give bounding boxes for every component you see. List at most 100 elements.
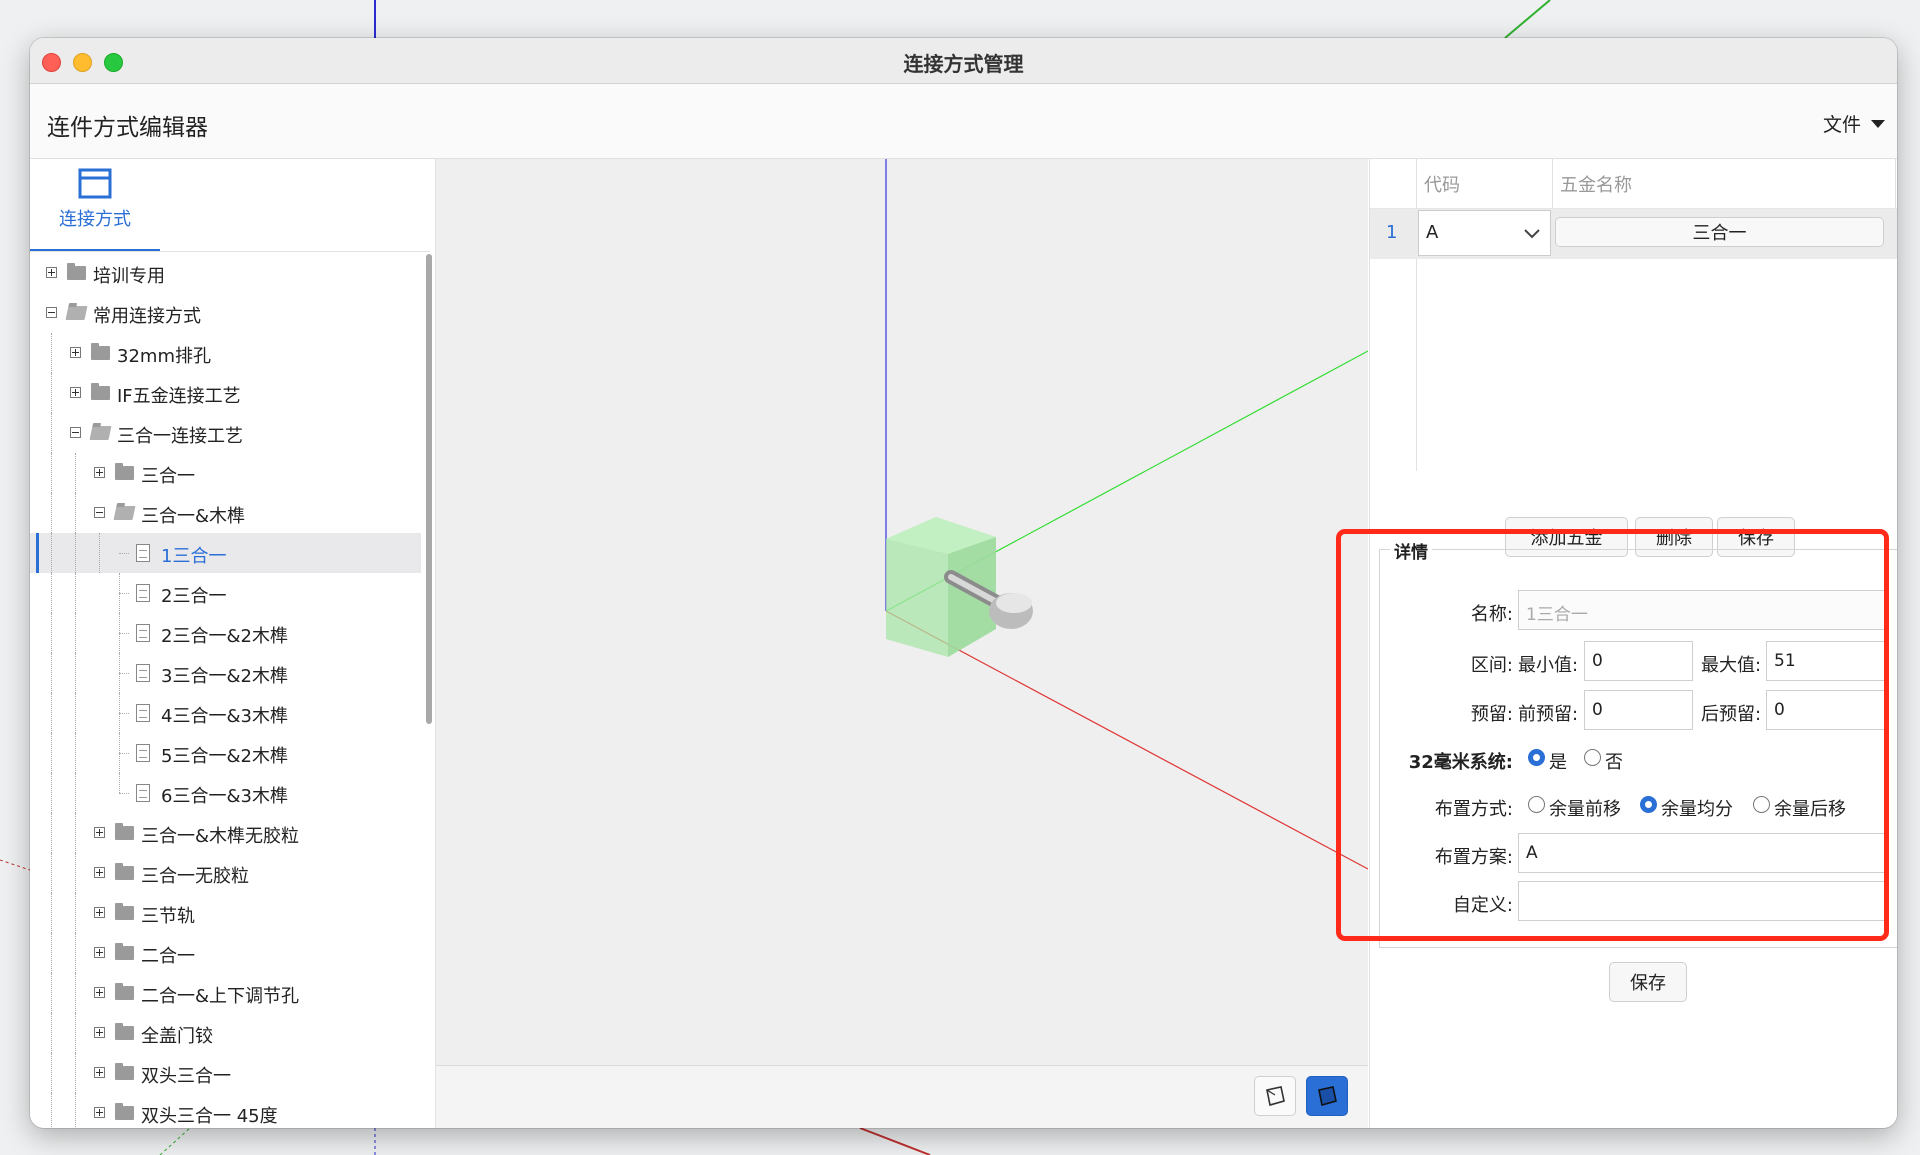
tree-item-folder[interactable]: 二合一: [30, 933, 421, 973]
layout-back-radio[interactable]: [1753, 796, 1770, 813]
folder-icon: [115, 463, 134, 480]
name-field[interactable]: 1三合一: [1518, 590, 1888, 630]
app-title: 连件方式编辑器: [47, 115, 208, 141]
expand-icon[interactable]: [94, 1107, 105, 1118]
box-solid-icon: [1318, 1086, 1337, 1107]
document-icon: [136, 544, 150, 562]
tree-item-label: 2三合一&2木榫: [161, 626, 288, 647]
expand-icon[interactable]: [94, 987, 105, 998]
expand-icon[interactable]: [94, 907, 105, 918]
plan-field[interactable]: A: [1518, 833, 1888, 873]
tab-label: 连接方式: [59, 209, 131, 230]
tree-item-selected[interactable]: 1三合一: [30, 533, 421, 573]
folder-open-icon: [113, 506, 136, 520]
tree-item-label: 全盖门铰: [141, 1026, 213, 1047]
connection-tree[interactable]: 培训专用 常用连接方式 32mm排孔 IF五金连接工艺 三合一连接工艺 三合一 …: [30, 253, 421, 1128]
tree-item-label: 三合一无胶粒: [141, 866, 249, 887]
left-panel: 连接方式 培训专用 常用连接方式 32mm排孔 IF五金连接工艺 三合一连接工艺…: [30, 159, 436, 1128]
window-icon: [78, 168, 112, 199]
window-title: 连接方式管理: [903, 52, 1024, 76]
tree-item-label: 三合一&木榫无胶粒: [141, 826, 300, 847]
tree-item-label: 1三合一: [161, 546, 227, 567]
expand-icon[interactable]: [94, 867, 105, 878]
tree-item-folder[interactable]: 二合一&上下调节孔: [30, 973, 421, 1013]
layout-front-radio[interactable]: [1528, 796, 1545, 813]
tree-item-folder[interactable]: 培训专用: [30, 253, 421, 293]
collapse-icon[interactable]: [46, 307, 57, 318]
tree-item-label: 常用连接方式: [93, 306, 201, 327]
view-wireframe-button[interactable]: [1254, 1076, 1296, 1116]
folder-icon: [115, 823, 134, 840]
system-yes-radio[interactable]: [1528, 749, 1545, 766]
tree-item-folder[interactable]: 三合一无胶粒: [30, 853, 421, 893]
system-32mm-label: 32毫米系统:: [1408, 752, 1513, 773]
document-icon: [136, 704, 150, 722]
table-row[interactable]: 1 A 三合一: [1370, 209, 1897, 259]
max-value-field[interactable]: 51: [1766, 641, 1889, 681]
document-icon: [136, 624, 150, 642]
folder-icon: [115, 983, 134, 1000]
tree-item-label: 双头三合一: [141, 1066, 231, 1087]
tab-connection-methods[interactable]: 连接方式: [30, 159, 160, 252]
expand-icon[interactable]: [94, 1027, 105, 1038]
tree-scrollbar[interactable]: [426, 254, 432, 724]
tree-item-label: 5三合一&2木榫: [161, 746, 288, 767]
collapse-icon[interactable]: [70, 427, 81, 438]
tree-item-folder[interactable]: 三节轨: [30, 893, 421, 933]
tree-item-folder[interactable]: 双头三合一 45度: [30, 1093, 421, 1128]
layout-front-label: 余量前移: [1549, 799, 1621, 820]
tree-item-folder[interactable]: 全盖门铰: [30, 1013, 421, 1053]
tree-item-folder[interactable]: 双头三合一: [30, 1053, 421, 1093]
folder-icon: [91, 383, 110, 400]
max-label: 最大值:: [1701, 655, 1762, 676]
expand-icon[interactable]: [70, 347, 81, 358]
folder-icon: [115, 1063, 134, 1080]
folder-icon: [115, 903, 134, 920]
tree-item-label: 三合一: [141, 466, 195, 487]
min-value-field[interactable]: 0: [1584, 641, 1693, 681]
range-label: 区间:: [1470, 655, 1513, 676]
system-no-radio[interactable]: [1584, 749, 1601, 766]
expand-icon[interactable]: [94, 1067, 105, 1078]
tree-item-document[interactable]: 4三合一&3木榫: [30, 693, 421, 733]
save-detail-button[interactable]: 保存: [1609, 962, 1687, 1002]
file-menu-label: 文件: [1822, 114, 1861, 136]
tree-item-folder[interactable]: 三合一&木榫: [30, 493, 421, 533]
plan-label: 布置方案:: [1434, 847, 1513, 868]
tree-item-label: 三合一&木榫: [141, 506, 246, 527]
tree-item-folder[interactable]: 常用连接方式: [30, 293, 421, 333]
tree-item-folder[interactable]: IF五金连接工艺: [30, 373, 421, 413]
tree-item-folder[interactable]: 三合一: [30, 453, 421, 493]
tree-item-document[interactable]: 2三合一: [30, 573, 421, 613]
tree-item-document[interactable]: 5三合一&2木榫: [30, 733, 421, 773]
expand-icon[interactable]: [94, 467, 105, 478]
3d-viewport[interactable]: [436, 159, 1368, 1128]
folder-icon: [115, 1023, 134, 1040]
custom-field[interactable]: [1518, 881, 1888, 921]
tree-item-document[interactable]: 6三合一&3木榫: [30, 773, 421, 813]
back-reserve-field[interactable]: 0: [1766, 690, 1889, 730]
row-number: 1: [1386, 222, 1398, 243]
tree-item-folder[interactable]: 32mm排孔: [30, 333, 421, 373]
code-select[interactable]: A: [1418, 210, 1551, 256]
front-reserve-field[interactable]: 0: [1584, 690, 1693, 730]
app-header: 连件方式编辑器 文件: [30, 84, 1897, 159]
expand-icon[interactable]: [94, 947, 105, 958]
layout-even-radio[interactable]: [1640, 796, 1657, 813]
expand-icon[interactable]: [94, 827, 105, 838]
tree-item-label: 二合一: [141, 946, 195, 967]
collapse-icon[interactable]: [94, 507, 105, 518]
tree-item-label: 2三合一: [161, 586, 227, 607]
view-shaded-button[interactable]: [1306, 1076, 1348, 1116]
tree-item-document[interactable]: 3三合一&2木榫: [30, 653, 421, 693]
hardware-name-button[interactable]: 三合一: [1555, 217, 1884, 247]
file-menu[interactable]: 文件: [1823, 110, 1885, 137]
tree-item-folder[interactable]: 三合一连接工艺: [30, 413, 421, 453]
tree-item-folder[interactable]: 三合一&木榫无胶粒: [30, 813, 421, 853]
tree-item-label: 32mm排孔: [117, 346, 211, 367]
tree-item-document[interactable]: 2三合一&2木榫: [30, 613, 421, 653]
tree-item-label: 双头三合一 45度: [141, 1106, 278, 1127]
expand-icon[interactable]: [46, 267, 57, 278]
document-icon: [136, 584, 150, 602]
expand-icon[interactable]: [70, 387, 81, 398]
